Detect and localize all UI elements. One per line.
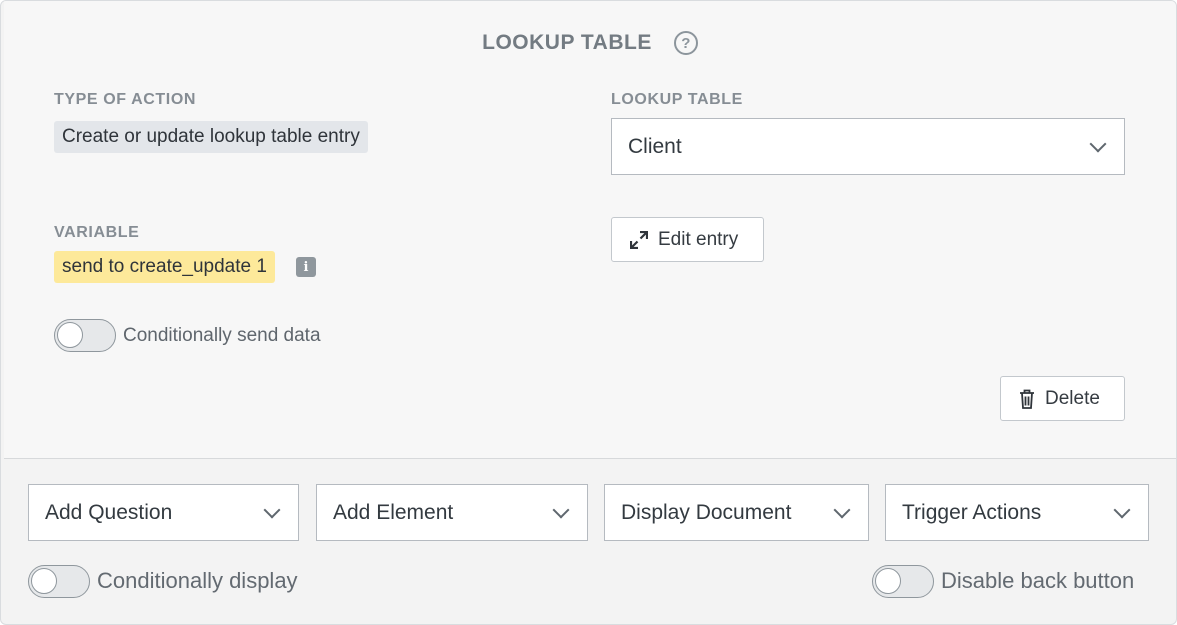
variable-label: VARIABLE [54,224,140,241]
editor-frame: LOOKUP TABLE ? TYPE OF ACTION Create or … [0,0,1177,625]
add-element-dropdown[interactable]: Add Element [316,484,588,541]
card-title: LOOKUP TABLE [482,31,652,54]
disable-back-button-label: Disable back button [941,568,1135,593]
info-icon[interactable]: i [296,257,316,277]
disable-back-button-toggle[interactable] [872,565,934,598]
chevron-down-icon [552,501,570,518]
dropdown-label: Add Element [333,500,454,524]
toggle-knob [875,568,901,594]
type-of-action-value: Create or update lookup table entry [54,121,368,153]
add-question-dropdown[interactable]: Add Question [28,484,299,541]
conditionally-display-label: Conditionally display [97,568,298,593]
question-circle-icon[interactable]: ? [673,31,698,55]
variable-value: send to create_update 1 [54,251,275,283]
conditionally-display-toggle[interactable] [28,565,90,598]
delete-label: Delete [1045,387,1100,409]
conditionally-send-data-label: Conditionally send data [123,325,321,346]
display-document-dropdown[interactable]: Display Document [604,484,869,541]
delete-button[interactable]: Delete [1000,376,1125,421]
type-of-action-label: TYPE OF ACTION [54,91,197,108]
lookup-table-selected: Client [628,134,682,158]
dropdown-label: Add Question [45,500,173,524]
trash-icon [1020,389,1034,409]
lookup-table-label: LOOKUP TABLE [611,91,743,108]
chevron-down-icon [1089,135,1107,152]
chevron-down-icon [1113,501,1131,518]
conditionally-send-data-toggle[interactable] [54,319,116,352]
expand-arrows-icon [630,230,648,249]
dropdown-label: Display Document [621,500,792,524]
lookup-table-action-card: LOOKUP TABLE ? TYPE OF ACTION Create or … [4,1,1176,459]
card-header: LOOKUP TABLE ? [4,31,1176,55]
chevron-down-icon [263,501,281,518]
edit-entry-label: Edit entry [658,228,739,250]
edit-entry-button[interactable]: Edit entry [611,217,764,262]
lookup-table-select[interactable]: Client [611,118,1125,175]
toggle-knob [57,322,83,348]
trigger-actions-dropdown[interactable]: Trigger Actions [885,484,1149,541]
toggle-knob [31,568,57,594]
chevron-down-icon [833,501,851,518]
dropdown-label: Trigger Actions [902,500,1042,524]
